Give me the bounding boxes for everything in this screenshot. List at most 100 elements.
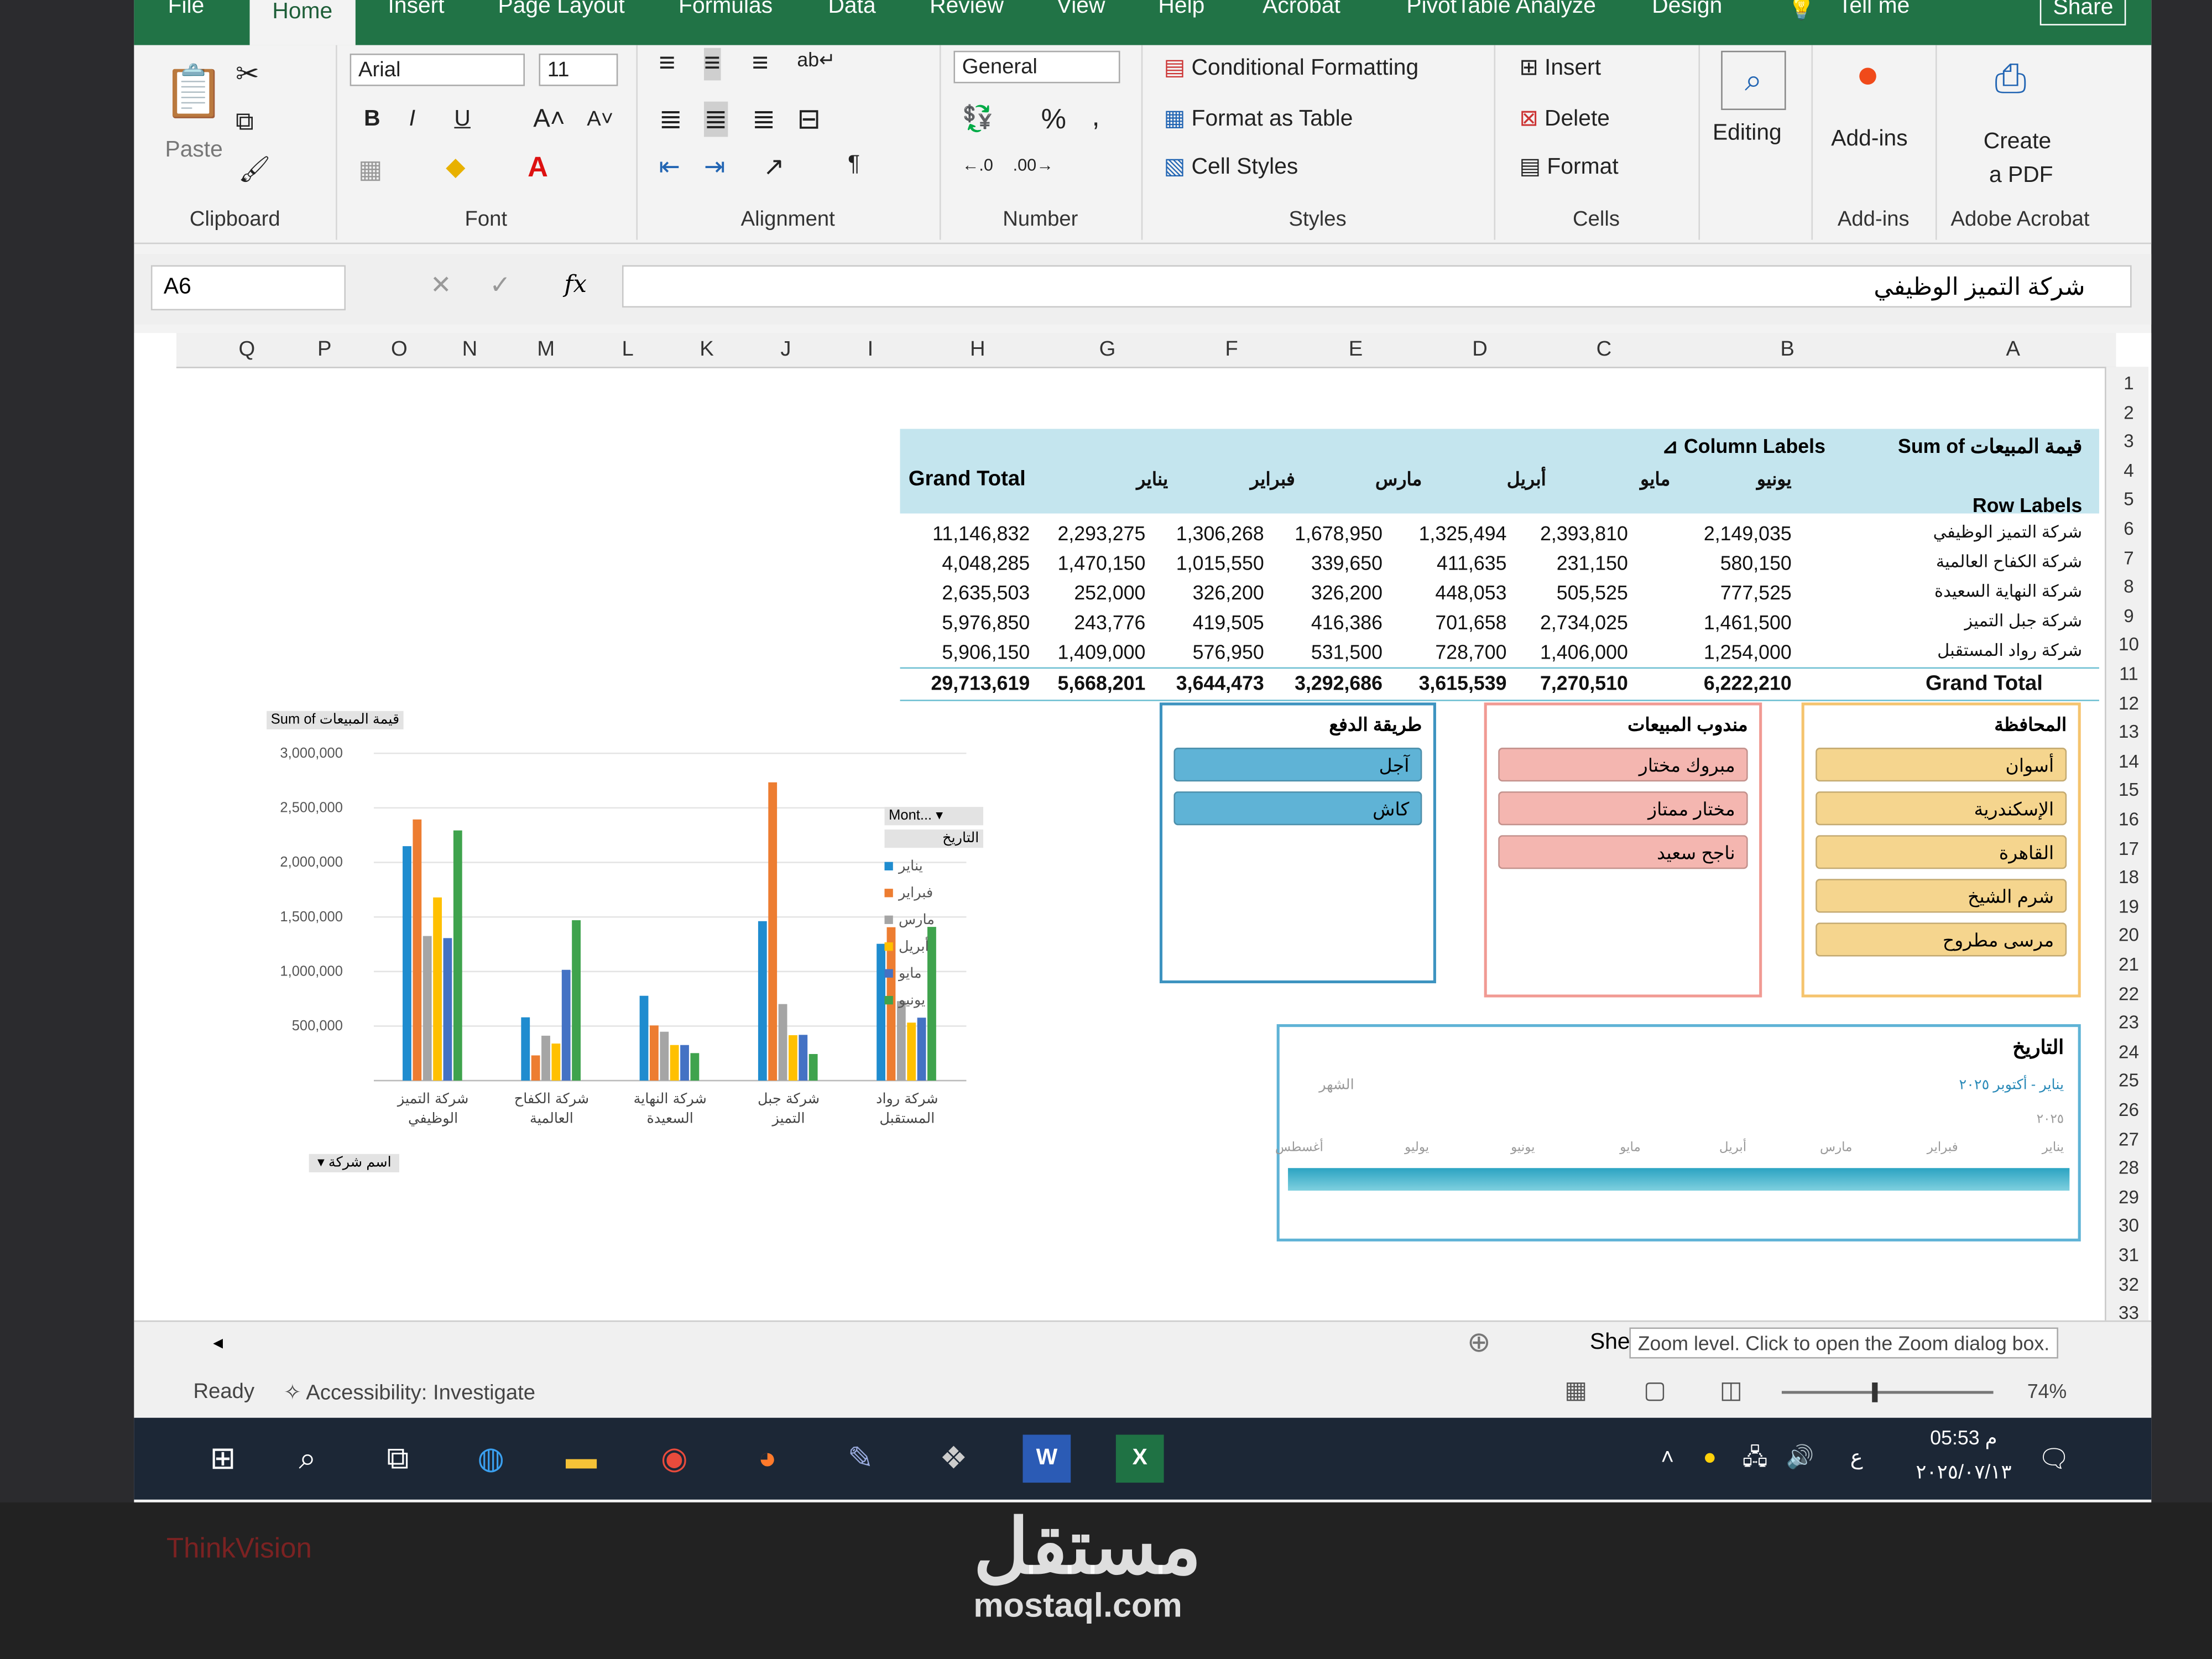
row-header[interactable]: 31 — [2112, 1244, 2146, 1265]
cell-styles-button[interactable]: ▧ Cell Styles — [1164, 153, 1298, 181]
wrap-text-icon[interactable]: ab↵ — [797, 48, 836, 72]
column-header[interactable]: B — [1773, 337, 1802, 361]
row-label[interactable]: شركة جبل التميز — [1885, 611, 2082, 631]
row-header[interactable]: 11 — [2112, 663, 2146, 684]
row-header[interactable]: 15 — [2112, 779, 2146, 800]
slicer-item[interactable]: مختار ممتاز — [1498, 791, 1748, 826]
network-icon[interactable]: 🖧 — [1731, 1434, 1779, 1483]
tab-acrobat[interactable]: Acrobat — [1262, 0, 1340, 20]
column-header[interactable]: H — [963, 337, 992, 361]
slicer-item[interactable]: أسوان — [1815, 748, 2067, 782]
word-icon[interactable]: W — [1022, 1434, 1071, 1483]
column-header[interactable]: A — [1999, 337, 2027, 361]
page-break-icon[interactable]: ◫ — [1720, 1377, 1743, 1405]
font-color-icon[interactable]: A — [528, 153, 548, 185]
align-left-icon[interactable]: ≣ — [659, 102, 682, 137]
pivot-table[interactable]: Sum of قيمة المبيعات ⊿ Column Labels Row… — [900, 429, 2099, 701]
tab-design[interactable]: Design — [1652, 0, 1722, 20]
accounting-icon[interactable]: 💱 — [962, 105, 994, 134]
new-sheet-icon[interactable]: ⊕ — [1467, 1324, 1491, 1360]
addins-button[interactable]: Add-ins — [1831, 127, 1907, 153]
legend-filter-month[interactable]: Mont... ▾ — [884, 807, 984, 826]
tray-chevron-icon[interactable]: ˄ — [1644, 1434, 1692, 1483]
percent-icon[interactable]: % — [1041, 105, 1066, 137]
column-header[interactable]: K — [693, 337, 721, 361]
decrease-indent-icon[interactable]: ⇤ — [659, 153, 680, 182]
row-label[interactable]: شركة النهاية السعيدة — [1885, 581, 2082, 601]
chrome-icon[interactable]: ◉ — [650, 1434, 698, 1483]
align-middle-icon[interactable]: ≡ — [703, 48, 721, 81]
underline-button[interactable]: U — [454, 107, 470, 133]
tab-file[interactable]: File — [168, 0, 205, 20]
windows-start-icon[interactable]: ⊞ — [199, 1434, 247, 1483]
tab-view[interactable]: View — [1057, 0, 1105, 20]
enter-icon[interactable]: ✓ — [489, 271, 511, 301]
row-header[interactable]: 28 — [2112, 1157, 2146, 1178]
row-label[interactable]: شركة رواد المستقبل — [1885, 640, 2082, 660]
row-header[interactable]: 17 — [2112, 837, 2146, 858]
row-header[interactable]: 8 — [2112, 576, 2146, 597]
legend-filter-date[interactable]: التاريخ — [884, 830, 984, 848]
orientation-icon[interactable]: ↗ — [763, 153, 785, 182]
row-header[interactable]: 27 — [2112, 1128, 2146, 1149]
column-header[interactable]: C — [1590, 337, 1618, 361]
column-header[interactable]: L — [614, 337, 642, 361]
tab-review[interactable]: Review — [930, 0, 1004, 20]
text-direction-icon[interactable]: ¶ — [848, 153, 860, 178]
italic-button[interactable]: I — [409, 107, 415, 133]
zoom-slider[interactable] — [1781, 1391, 1994, 1394]
fill-color-icon[interactable]: ◆ — [446, 153, 465, 182]
edge-icon[interactable]: ◍ — [467, 1434, 515, 1483]
month-header[interactable]: يونيو — [1679, 468, 1792, 491]
paint-icon[interactable]: ✎ — [837, 1434, 885, 1483]
zoom-slider-thumb[interactable] — [1872, 1383, 1878, 1402]
slicer-sales-rep[interactable]: مندوب المبيعات مبروك مختار مختار ممتاز ناج… — [1484, 702, 1762, 998]
row-header[interactable]: 25 — [2112, 1070, 2146, 1091]
month-header[interactable]: أبريل — [1433, 468, 1546, 491]
column-header[interactable]: G — [1093, 337, 1121, 361]
pivot-chart[interactable]: 3,000,000 2,500,000 2,000,000 1,500,000 1,00… — [250, 702, 984, 1189]
month-header[interactable]: مايو — [1557, 468, 1670, 491]
month-header[interactable]: يناير — [1055, 468, 1168, 491]
row-header[interactable]: 19 — [2112, 895, 2146, 916]
app-icon[interactable]: ❖ — [930, 1434, 978, 1483]
paste-button[interactable]: Paste — [165, 138, 222, 164]
column-header[interactable]: M — [532, 337, 560, 361]
column-header[interactable]: Q — [233, 337, 261, 361]
column-header[interactable]: F — [1218, 337, 1246, 361]
tab-insert[interactable]: Insert — [388, 0, 445, 20]
cut-icon[interactable]: ✂ — [236, 56, 259, 92]
delete-cells-button[interactable]: ⊠ Delete — [1519, 105, 1610, 133]
bold-button[interactable]: B — [364, 107, 380, 133]
timeline-month[interactable]: مايو — [1620, 1140, 1641, 1155]
create-pdf-button[interactable]: Create — [1984, 130, 2052, 155]
firefox-icon[interactable]: ◕ — [743, 1434, 791, 1483]
sheet-tab[interactable]: She — [1590, 1331, 1630, 1356]
normal-view-icon[interactable]: ▦ — [1564, 1377, 1587, 1405]
copy-icon[interactable]: ⧉ — [236, 107, 254, 137]
format-as-table-button[interactable]: ▦ Format as Table — [1164, 105, 1353, 133]
tab-data[interactable]: Data — [828, 0, 875, 20]
row-header[interactable]: 30 — [2112, 1215, 2146, 1236]
row-header[interactable]: 18 — [2112, 867, 2146, 888]
tell-me-box[interactable]: Tell me — [1838, 0, 1910, 20]
column-header[interactable]: N — [456, 337, 484, 361]
row-header[interactable]: 23 — [2112, 1012, 2146, 1033]
align-bottom-icon[interactable]: ≡ — [752, 48, 769, 81]
insert-function-icon[interactable]: fx — [564, 271, 587, 299]
scroll-left-icon[interactable]: ◂ — [213, 1331, 223, 1354]
row-header[interactable]: 16 — [2112, 808, 2146, 830]
timeline-month[interactable]: يوليو — [1405, 1140, 1429, 1155]
row-header[interactable]: 6 — [2112, 518, 2146, 539]
row-header[interactable]: 7 — [2112, 547, 2146, 568]
row-header[interactable]: 5 — [2112, 489, 2146, 510]
comma-icon[interactable]: , — [1092, 102, 1099, 134]
font-size-select[interactable]: 11 — [539, 53, 618, 86]
timeline-bar[interactable] — [1288, 1168, 2070, 1191]
grow-font-icon[interactable]: A˄ — [533, 105, 565, 134]
accessibility-status[interactable]: ✧ Accessibility: Investigate — [284, 1380, 535, 1405]
editing-button[interactable]: Editing — [1713, 121, 1782, 147]
insert-cells-button[interactable]: ⊞ Insert — [1519, 54, 1601, 82]
worksheet-grid[interactable]: QPONMLKJIHGFEDCBA 1 2 3 4 5 6 7 8 9 10 11 12 13 14 15 1… — [134, 333, 2152, 1323]
row-header[interactable]: 4 — [2112, 460, 2146, 481]
